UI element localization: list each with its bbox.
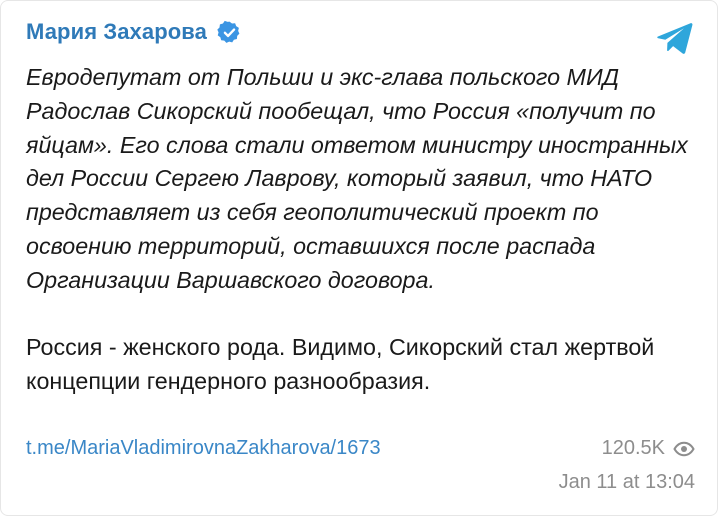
view-count: 120.5K xyxy=(601,437,665,459)
post-timestamp: Jan 11 at 13:04 xyxy=(558,471,695,493)
telegram-paper-plane-icon[interactable] xyxy=(655,18,695,58)
post-link[interactable]: t.me/MariaVladimirovnaZakharova/1673 xyxy=(26,437,381,460)
post-body: Евродепутат от Польши и экс-глава польск… xyxy=(26,61,696,399)
author-comment-text: Россия - женского рода. Видимо, Сикорски… xyxy=(26,334,655,395)
eye-icon xyxy=(673,441,695,456)
channel-name[interactable]: Мария Захарова xyxy=(26,19,207,45)
post-header: Мария Захарова xyxy=(26,19,242,45)
verified-badge-icon xyxy=(217,20,240,43)
view-counter: 120.5K xyxy=(602,437,695,460)
quoted-news-text: Евродепутат от Польши и экс-глава польск… xyxy=(26,64,688,293)
telegram-post-card: Мария Захарова Евродепутат от Польши и э… xyxy=(0,0,718,516)
